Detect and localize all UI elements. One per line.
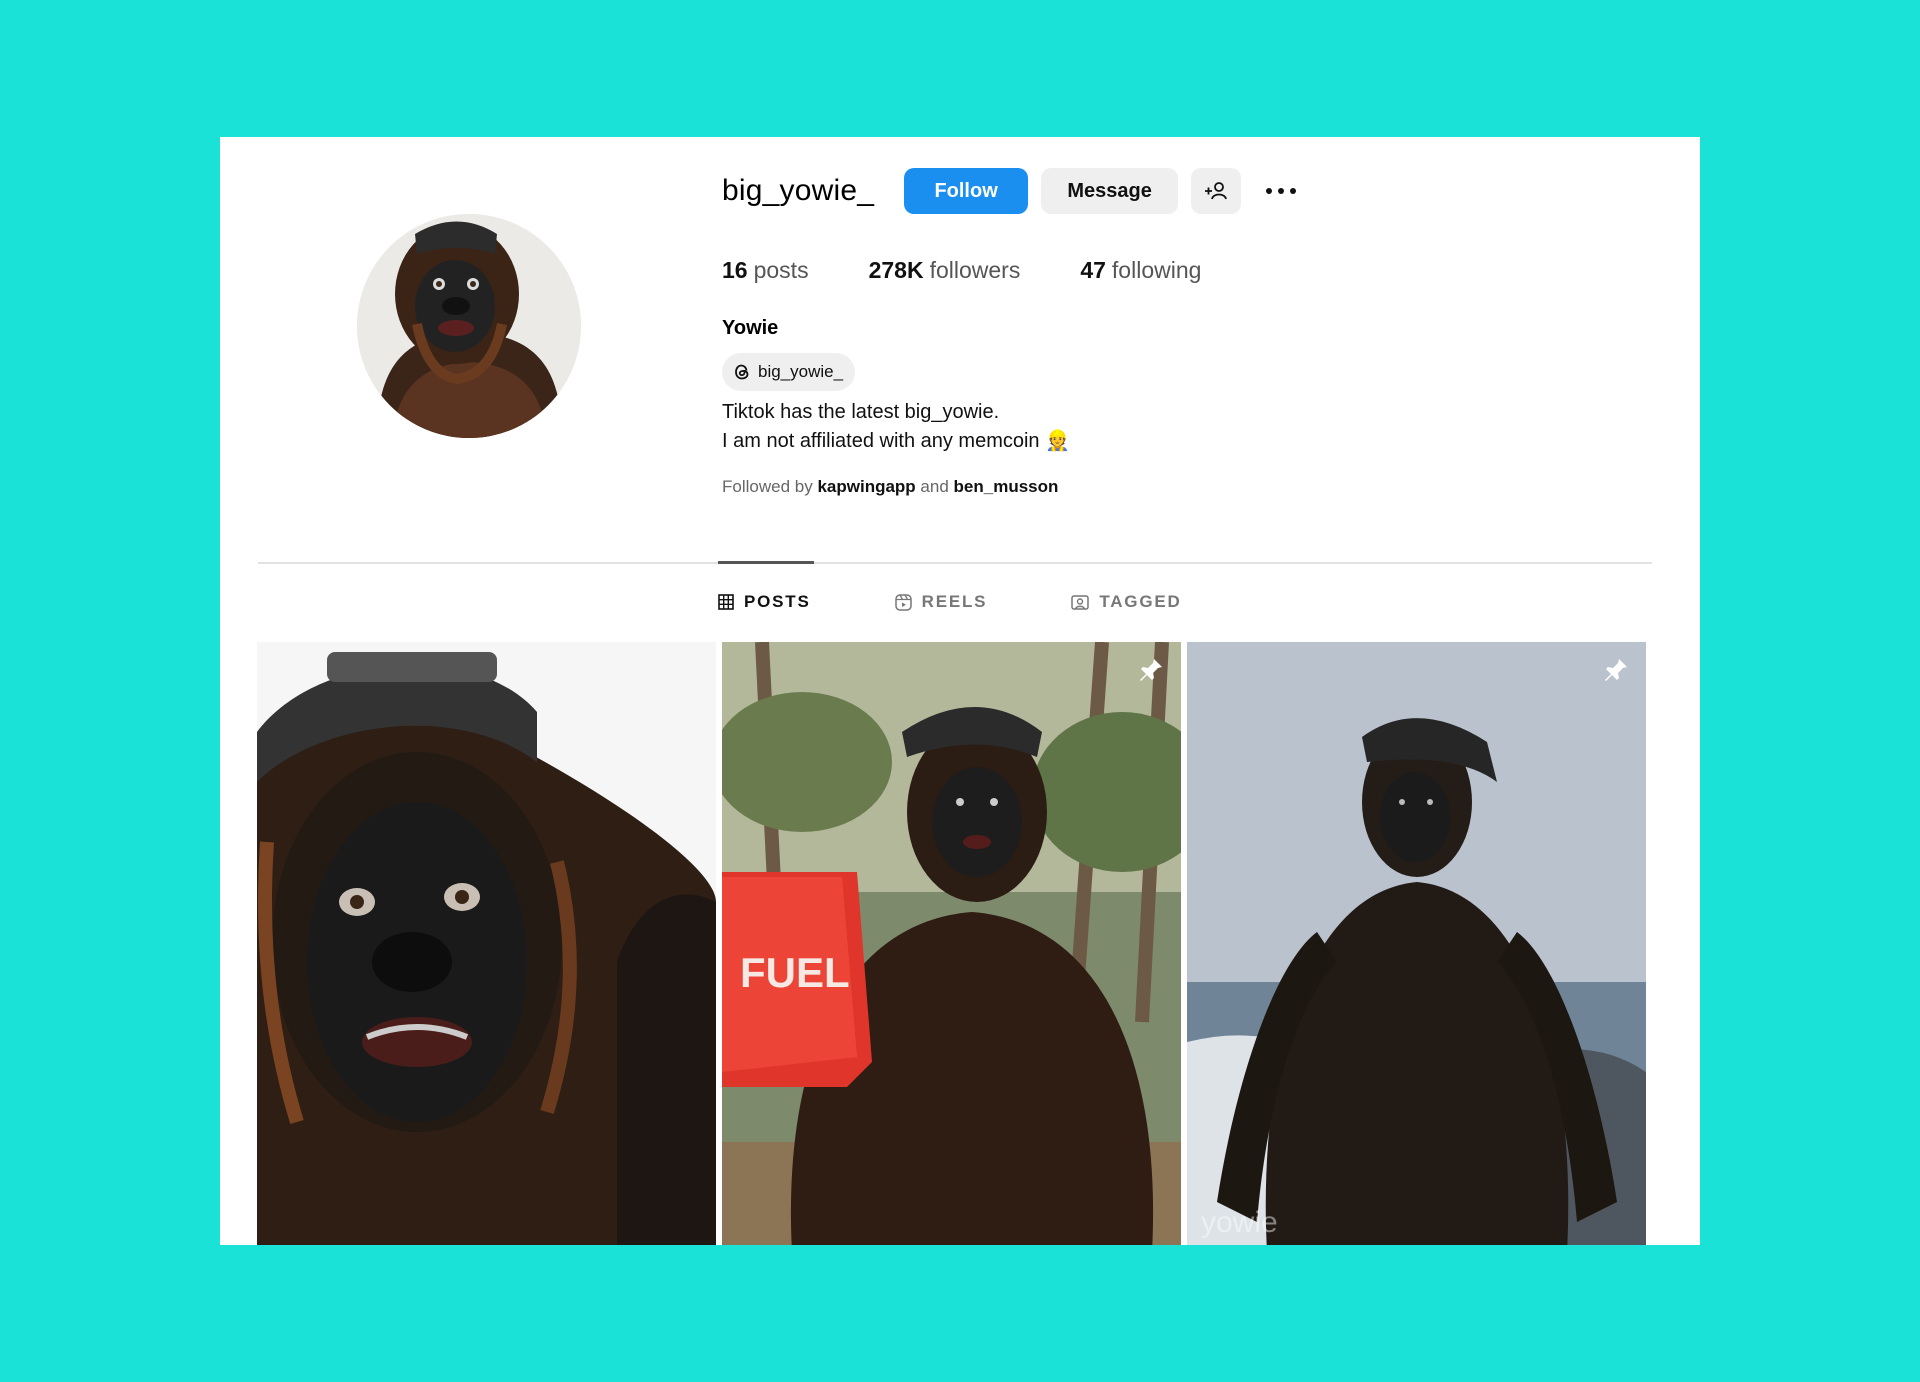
post-watermark: yowie (1201, 1206, 1278, 1239)
profile-avatar[interactable] (357, 214, 581, 438)
tab-posts-label: POSTS (744, 592, 811, 611)
followers-stat[interactable]: 278K followers (869, 257, 1021, 284)
display-name: Yowie (722, 317, 779, 339)
more-icon (1266, 188, 1297, 194)
followers-count: 278K (868, 257, 924, 283)
profile-card: big_yowie_ Follow Message 16 posts 278K fo… (220, 137, 1700, 1245)
following-label: following (1111, 257, 1202, 283)
avatar-image (357, 214, 581, 438)
post-thumbnail[interactable] (257, 642, 716, 1245)
profile-header: big_yowie_ Follow Message (722, 167, 1319, 215)
post-thumbnail[interactable]: yowie (1187, 642, 1646, 1245)
post-image: yowie (1187, 642, 1646, 1245)
reels-icon (894, 593, 912, 611)
followed-by: Followed by kapwingapp and ben_musson (722, 477, 1058, 497)
tab-posts[interactable]: POSTS (718, 592, 811, 612)
tab-reels-label: REELS (921, 592, 988, 611)
threads-handle: big_yowie_ (758, 362, 844, 381)
followed-by-user-1[interactable]: kapwingapp (817, 477, 915, 496)
active-tab-indicator (718, 561, 814, 564)
tagged-icon (1071, 595, 1090, 610)
threads-badge[interactable]: big_yowie_ (722, 353, 856, 391)
followers-label: followers (929, 257, 1021, 283)
post-thumbnail[interactable]: FUEL (722, 642, 1181, 1245)
followed-by-user-2[interactable]: ben_musson (954, 477, 1059, 496)
posts-stat: 16 posts (722, 257, 809, 284)
post-image (257, 642, 716, 1245)
tab-tagged-label: TAGGED (1099, 592, 1182, 611)
bio-line-2: I am not affiliated with any memcoin 👷 (722, 430, 1071, 452)
followed-by-and: and (920, 477, 949, 496)
tab-reels[interactable]: REELS (894, 592, 988, 612)
message-button[interactable]: Message (1041, 168, 1179, 214)
profile-tabs: POSTS REELS TAGGED (718, 592, 1266, 612)
post-image: FUEL (722, 642, 1181, 1245)
profile-stats: 16 posts 278K followers 47 following (722, 257, 1261, 284)
threads-icon (732, 362, 752, 382)
grid-icon (718, 594, 734, 610)
tab-tagged[interactable]: TAGGED (1071, 592, 1181, 612)
username: big_yowie_ (722, 174, 875, 207)
following-count: 47 (1080, 257, 1106, 283)
tabs-divider (258, 562, 1652, 564)
following-stat[interactable]: 47 following (1080, 257, 1201, 284)
bio-line-1: Tiktok has the latest big_yowie. (722, 401, 1000, 423)
posts-count: 16 (722, 257, 748, 283)
pin-icon (1605, 659, 1627, 681)
posts-label: posts (753, 257, 809, 283)
followed-by-prefix: Followed by (722, 477, 813, 496)
add-person-icon (1205, 182, 1227, 200)
follow-button[interactable]: Follow (904, 168, 1029, 214)
post-sign-text: FUEL (740, 949, 850, 996)
suggested-users-button[interactable] (1191, 168, 1242, 214)
pin-icon (1140, 659, 1162, 681)
more-options-button[interactable] (1256, 168, 1306, 214)
